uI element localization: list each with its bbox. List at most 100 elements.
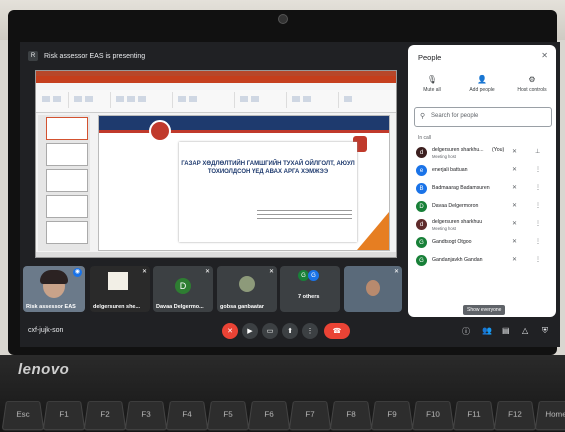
more-options-icon[interactable]: ⋮ — [535, 238, 541, 245]
keyboard-key: Esc — [1, 400, 45, 431]
tile-name: Risk assessor EAS — [26, 304, 76, 310]
presentation-stage: ГАЗАР ХӨДЛӨЛТИЙН ГАМШГИЙН ТУХАЙ ОЙЛГОЛТ,… — [35, 70, 397, 258]
present-button[interactable]: ⬆ — [282, 323, 298, 339]
more-options-icon[interactable]: ⋮ — [535, 256, 541, 263]
keyboard-key: Home — [534, 400, 565, 431]
people-panel: People ✕ 🎙 Mute all 👤 Add people ⚙ Host … — [408, 45, 556, 317]
participant-tile[interactable]: ✕ delgersuren she... — [90, 266, 150, 312]
laptop-brand: lenovo — [18, 361, 70, 378]
mic-off-icon: ✕ — [393, 269, 399, 275]
participant-avatar: B — [416, 183, 427, 194]
presenter-avatar-icon: R — [28, 51, 38, 61]
mic-off-icon[interactable]: ✕ — [512, 238, 517, 245]
people-icon[interactable]: 👥 — [482, 326, 492, 335]
slide-corner-decoration — [357, 212, 389, 250]
close-icon[interactable]: ✕ — [541, 51, 548, 60]
laptop-screen: R Risk assessor EAS is presenting ГАЗАР … — [20, 42, 560, 347]
in-call-label: In call — [418, 135, 432, 141]
slide-thumbnail — [46, 117, 88, 140]
panel-title: People — [418, 53, 442, 62]
current-slide: ГАЗАР ХӨДЛӨЛТИЙН ГАМШГИЙН ТУХАЙ ОЙЛГОЛТ,… — [98, 115, 390, 251]
tile-name: delgersuren she... — [93, 304, 141, 310]
leave-call-button[interactable]: ☎ — [324, 323, 350, 339]
keyboard-key: F1 — [42, 400, 86, 431]
mic-off-icon: 🎙 — [426, 75, 438, 84]
more-options-icon[interactable]: ⋮ — [535, 202, 541, 209]
participant-row[interactable]: D Davaa Delgermoron ✕ ⋮ — [408, 199, 556, 215]
tile-name: Davaa Delgermo... — [156, 304, 204, 310]
participant-avatar: G — [416, 255, 427, 266]
others-count: 7 others — [298, 294, 320, 300]
search-people-input[interactable]: ⚲ Search for people — [414, 107, 552, 127]
chat-icon[interactable]: ▤ — [502, 326, 510, 335]
participant-tile[interactable]: D ✕ Davaa Delgermo... — [153, 266, 213, 312]
participant-row[interactable]: d delgersuren sharkhuu Meeting host ✕ ⋮ — [408, 217, 556, 233]
meeting-code: cxf-jujk-son — [28, 327, 64, 334]
keyboard-key: F5 — [206, 400, 250, 431]
keyboard-key: F6 — [247, 400, 291, 431]
powerpoint-ribbon — [36, 90, 396, 113]
participant-avatar: D — [416, 201, 427, 212]
mic-off-icon[interactable]: ✕ — [512, 148, 517, 155]
mute-all-button[interactable]: 🎙 Mute all — [412, 75, 452, 93]
keyboard-key: F7 — [288, 400, 332, 431]
keyboard-row: Esc F1 F2 F3 F4 F5 F6 F7 F8 F9 F10 F11 F… — [0, 398, 565, 432]
slide-thumbnail — [46, 169, 88, 192]
captions-button[interactable]: ▭ — [262, 323, 278, 339]
keyboard-key: F8 — [329, 400, 373, 431]
more-options-icon[interactable]: ⋮ — [535, 220, 541, 227]
powerpoint-statusbar — [36, 252, 396, 257]
meet-control-bar: cxf-jujk-son ✕ ▶ ▭ ⬆ ⋮ ☎ ⓘ 👥 ▤ △ ⛨ — [20, 319, 560, 347]
participant-avatar: e — [416, 165, 427, 176]
keyboard-key: F12 — [493, 400, 537, 431]
info-icon[interactable]: ⓘ — [462, 326, 470, 337]
host-controls-button[interactable]: ⚙ Host controls — [512, 75, 552, 93]
host-shield-icon[interactable]: ⛨ — [542, 326, 548, 336]
slide-thumbnail — [46, 195, 88, 218]
participant-photo — [366, 280, 380, 296]
mic-off-icon[interactable]: ✕ — [512, 220, 517, 227]
slide-thumbnails — [38, 115, 90, 251]
powerpoint-titlebar — [36, 76, 396, 83]
mic-off-icon[interactable]: ✕ — [512, 202, 517, 209]
keyboard-key: F10 — [411, 400, 455, 431]
participant-avatar: d — [416, 147, 427, 158]
add-person-icon: 👤 — [477, 75, 487, 84]
search-icon: ⚲ — [420, 113, 426, 120]
participant-avatar: d — [416, 219, 427, 230]
mic-toggle-button[interactable]: ✕ — [222, 323, 238, 339]
add-people-button[interactable]: 👤 Add people — [462, 75, 502, 93]
keyboard-key: F4 — [165, 400, 209, 431]
keyboard-key: F2 — [83, 400, 127, 431]
slide-title: ГАЗАР ХӨДЛӨЛТИЙН ГАМШГИЙН ТУХАЙ ОЙЛГОЛТ,… — [181, 161, 355, 175]
mic-off-icon[interactable]: ✕ — [512, 256, 517, 263]
mic-off-icon: ✕ — [204, 269, 210, 275]
more-options-button[interactable]: ⋮ — [302, 323, 318, 339]
presenting-banner: Risk assessor EAS is presenting — [44, 52, 146, 60]
participant-row[interactable]: G Gandanjavkh Gandan ✕ ⋮ — [408, 253, 556, 269]
more-options-icon[interactable]: ⋮ — [535, 166, 541, 173]
participant-row[interactable]: e enerjali battuan ✕ ⋮ — [408, 163, 556, 179]
keyboard-key: F3 — [124, 400, 168, 431]
powerpoint-tabs — [38, 84, 394, 89]
camera-toggle-button[interactable]: ▶ — [242, 323, 258, 339]
others-tile[interactable]: G G 7 others — [280, 266, 340, 312]
participant-tile[interactable]: ✕ gobsa ganbaatar — [217, 266, 277, 312]
more-options-icon[interactable]: ⋮ — [535, 184, 541, 191]
participant-row[interactable]: G Gandtsogt Otgoo ✕ ⋮ — [408, 235, 556, 251]
participant-tile[interactable]: ✕ — [344, 266, 402, 312]
pin-icon[interactable]: ⊥ — [535, 148, 540, 155]
slide-thumbnail — [46, 221, 88, 244]
mic-off-icon: ✕ — [141, 269, 147, 275]
participant-tile[interactable]: ◉ Risk assessor EAS — [23, 266, 85, 312]
participant-row[interactable]: B Badmaarag Badamsuren ✕ ⋮ — [408, 181, 556, 197]
participant-avatar: G — [416, 237, 427, 248]
mic-off-icon[interactable]: ✕ — [512, 166, 517, 173]
presenting-bar: R Risk assessor EAS is presenting — [28, 48, 398, 64]
mic-off-icon[interactable]: ✕ — [512, 184, 517, 191]
speaking-icon: ◉ — [73, 268, 82, 277]
emblem-logo — [149, 120, 171, 142]
slide-thumbnail — [46, 143, 88, 166]
participant-row[interactable]: d delgersuren sharkhu... (You) Meeting h… — [408, 145, 556, 161]
activities-icon[interactable]: △ — [522, 326, 528, 335]
